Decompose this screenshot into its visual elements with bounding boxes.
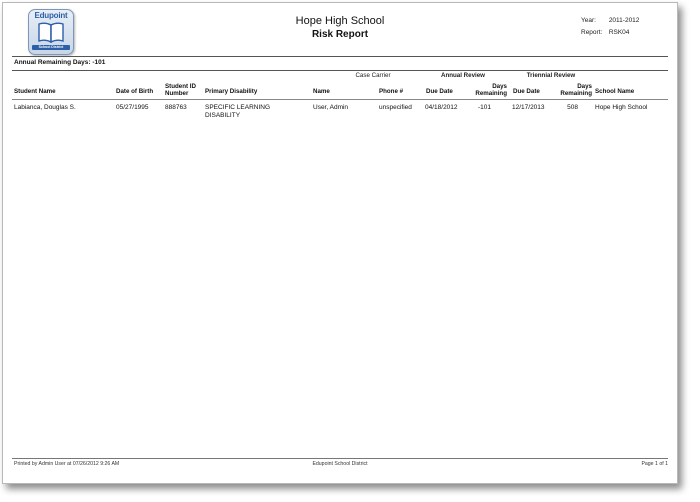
row-disability-line2: DISABILITY [205, 112, 241, 119]
row-dob: 05/27/1995 [116, 104, 149, 111]
group-case-carrier: Case Carrier [355, 72, 391, 79]
group-rule [12, 70, 668, 71]
footer-rule [12, 458, 668, 459]
logo-district: School District [32, 45, 70, 50]
report-page: Edupoint School District Hope High Schoo… [2, 2, 678, 484]
school-title: Hope High School [295, 15, 385, 27]
col-primary-disability: Primary Disability [205, 88, 258, 95]
report-title: Risk Report [311, 29, 369, 40]
row-tri-due: 12/17/2013 [512, 104, 545, 111]
footer-page: Page 1 of 1 [641, 461, 668, 467]
col-phone: Phone # [379, 88, 404, 95]
columns-rule [12, 99, 668, 100]
col-student-id-line1: Student ID [165, 83, 196, 90]
col-school-name: School Name [595, 88, 635, 95]
col-annual-days-line1: Days [492, 83, 507, 90]
annual-remaining-days: Annual Remaining Days: -101 [14, 59, 106, 66]
group-annual-review: Annual Review [440, 72, 485, 79]
report-label: Report: [581, 29, 603, 36]
col-student-name: Student Name [14, 88, 56, 95]
col-annual-days: Days Remaining [463, 83, 507, 97]
year-meta: Year: 2011-2012 [581, 17, 639, 24]
row-annual-days: -101 [477, 104, 491, 111]
row-phone: unspecified [379, 104, 412, 111]
row-disability: SPECIFIC LEARNING DISABILITY [205, 104, 270, 120]
row-annual-due: 04/18/2012 [425, 104, 458, 111]
report-value: RSK04 [608, 29, 630, 36]
col-tri-days-line1: Days [577, 83, 592, 90]
col-dob: Date of Birth [116, 88, 154, 95]
row-student-name: Labianca, Douglas S. [14, 104, 76, 111]
col-tri-days-line2: Remaining [560, 90, 592, 97]
year-value: 2011-2012 [608, 17, 640, 24]
year-label: Year: [581, 17, 596, 24]
row-school-name: Hope High School [595, 104, 648, 111]
footer-district: Edupoint School District [312, 461, 368, 467]
row-carrier-name: User, Admin [313, 104, 349, 111]
col-student-id: Student ID Number [165, 83, 196, 97]
group-triennial-review: Triennial Review [526, 72, 576, 79]
row-tri-days: 508 [567, 104, 578, 111]
col-annual-due: Due Date [426, 88, 453, 95]
row-student-id: 888763 [165, 104, 187, 111]
row-disability-line1: SPECIFIC LEARNING [205, 104, 271, 111]
col-tri-due: Due Date [513, 88, 540, 95]
header-rule [12, 56, 668, 57]
col-student-id-line2: Number [165, 90, 189, 97]
col-carrier-name: Name [313, 88, 330, 95]
report-meta: Report: RSK04 [581, 29, 629, 36]
col-tri-days: Days Remaining [548, 83, 592, 97]
col-annual-days-line2: Remaining [475, 90, 507, 97]
